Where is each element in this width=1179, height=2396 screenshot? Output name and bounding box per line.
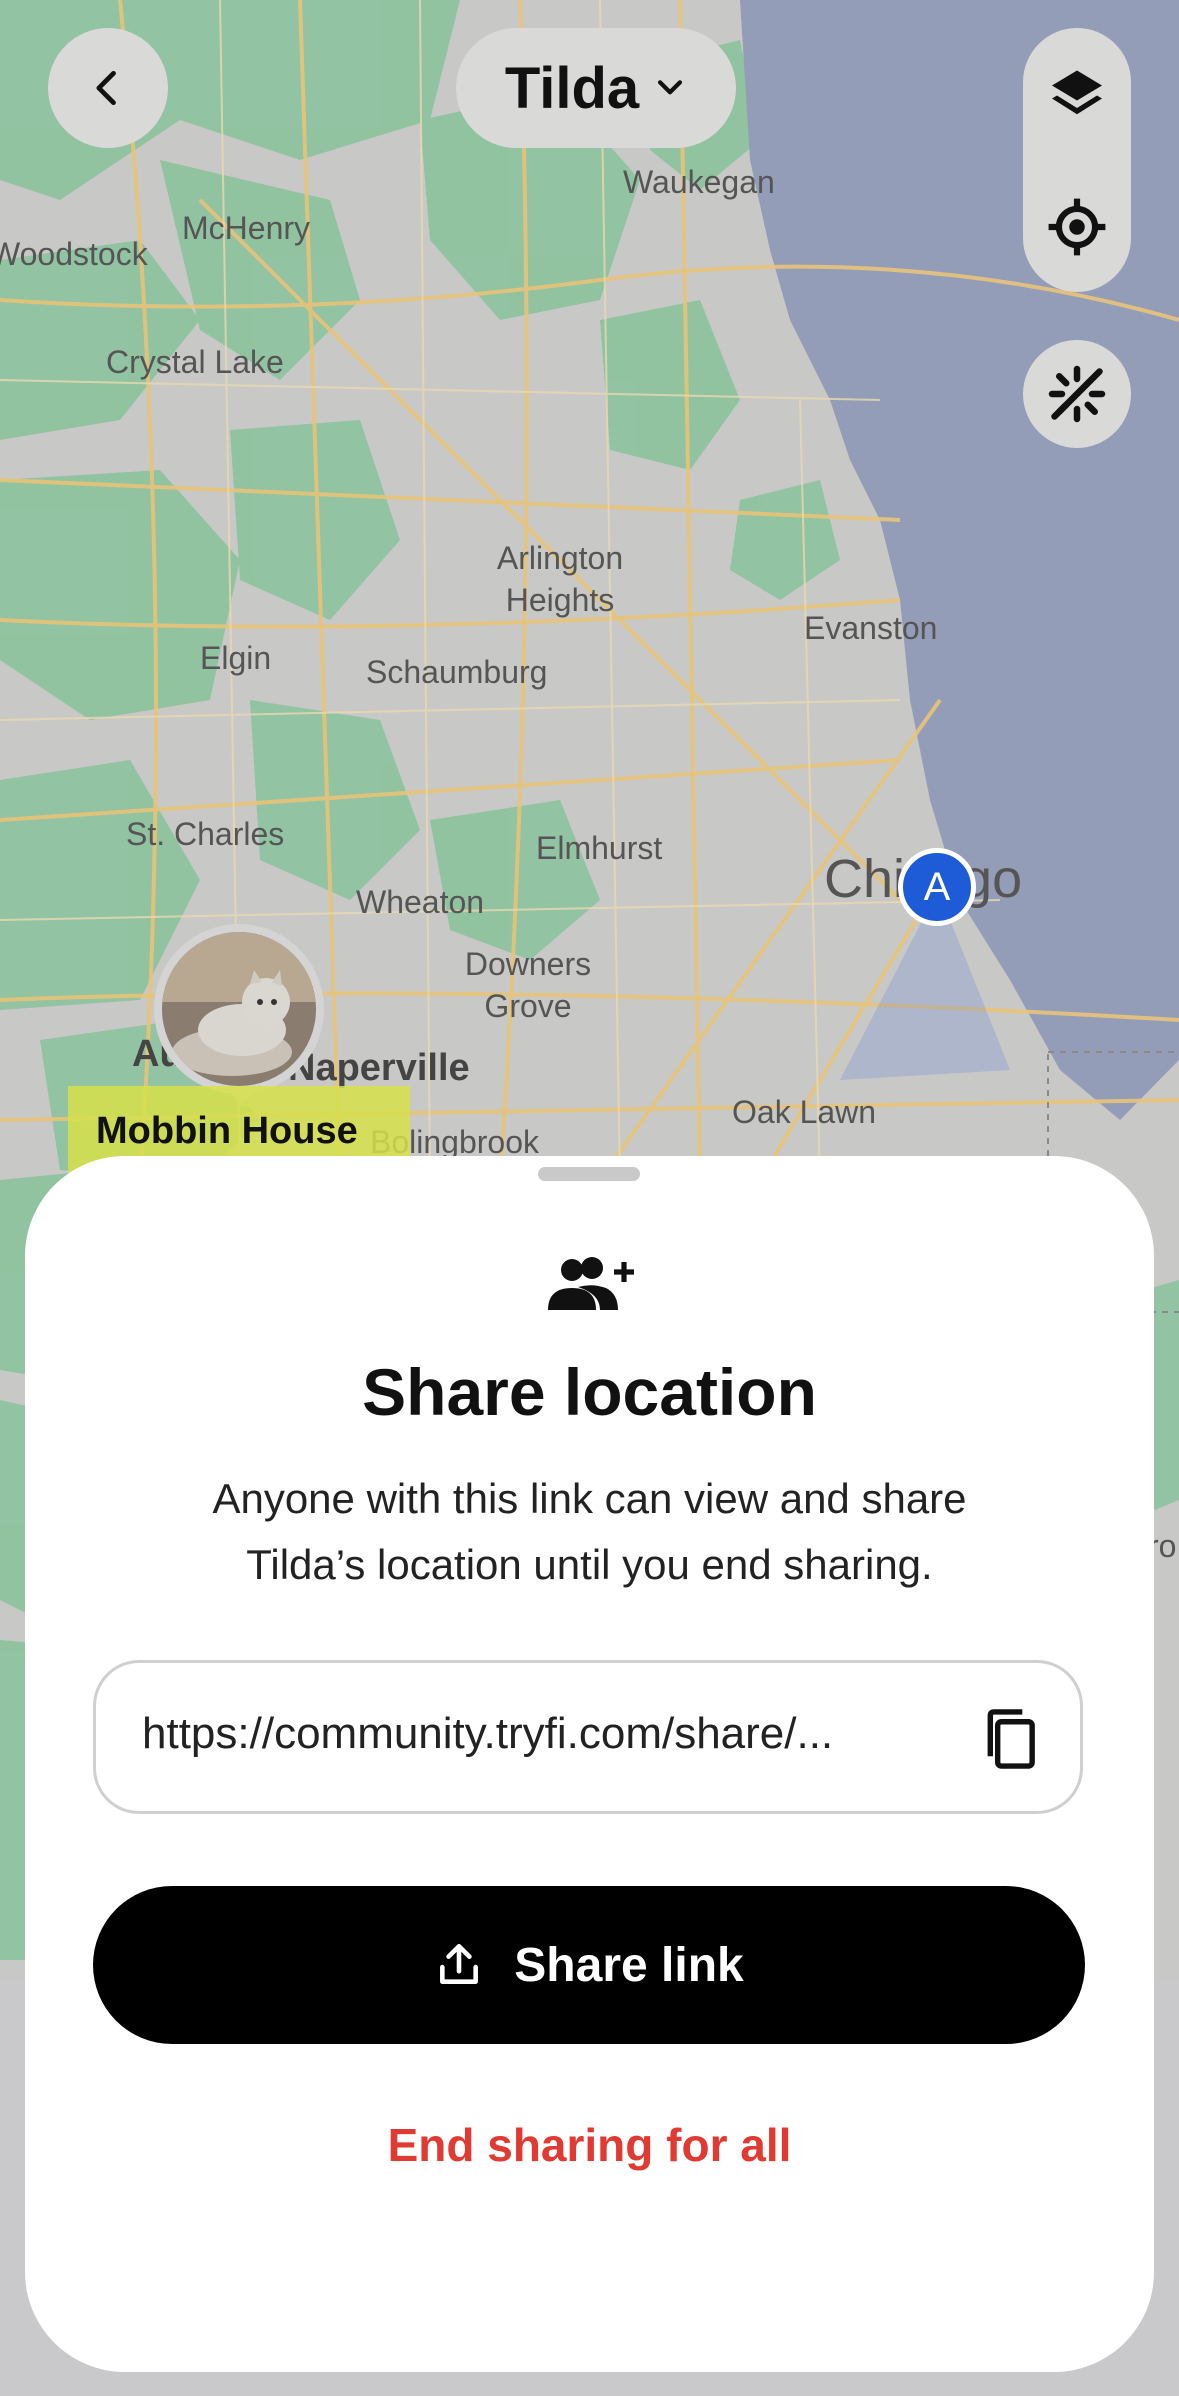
map-label-st-charles: St. Charles — [126, 816, 285, 852]
back-button[interactable] — [48, 28, 168, 148]
recenter-button[interactable] — [1045, 195, 1109, 259]
map-label-waukegan: Waukegan — [623, 164, 775, 200]
map-label-crystal-lake: Crystal Lake — [106, 344, 284, 380]
upload-share-icon — [440, 1943, 479, 1984]
location-marker-letter: A — [923, 864, 951, 909]
layers-button[interactable] — [1045, 61, 1109, 125]
sheet-drag-handle[interactable] — [538, 1167, 640, 1181]
map-label-evanston: Evanston — [804, 610, 938, 646]
add-person-icon — [544, 1256, 636, 1316]
sheet-description-line-2: Tilda’s location until you end sharing. — [246, 1541, 933, 1588]
map-label-downers-grove: Downers Grove — [464, 946, 592, 1024]
map-label-woodstock: Woodstock — [0, 236, 148, 272]
map-label-elmhurst: Elmhurst — [536, 830, 663, 866]
chevron-down-icon — [658, 80, 683, 95]
pet-selector[interactable]: Tilda — [456, 28, 736, 148]
map-label-wheaton: Wheaton — [356, 884, 485, 920]
sheet-title: Share location — [362, 1355, 817, 1429]
share-link-button[interactable]: Share link — [93, 1886, 1085, 2044]
pet-avatar-pin[interactable] — [154, 924, 324, 1094]
cat-photo — [162, 932, 316, 1086]
share-link-label: Share link — [514, 1938, 744, 1992]
signal-off-icon — [1048, 365, 1106, 423]
copy-button[interactable] — [980, 1707, 1040, 1771]
map-label-elgin: Elgin — [200, 640, 272, 676]
location-marker[interactable]: A — [898, 848, 976, 926]
chevron-left-icon — [96, 70, 116, 106]
crosshair-icon — [1048, 198, 1106, 256]
place-name-label: Mobbin House — [96, 1110, 358, 1152]
map-label-mchenry: McHenry — [182, 210, 311, 246]
map-label-schaumburg: Schaumburg — [366, 654, 548, 690]
map-label-oak-lawn: Oak Lawn — [732, 1094, 877, 1130]
sheet-description-line-1: Anyone with this link can view and share — [212, 1475, 967, 1522]
layers-icon — [1052, 70, 1102, 115]
share-link-text[interactable]: https://community.tryfi.com/share/... — [142, 1709, 922, 1759]
map-label-arlington-heights: Arlington Heights — [496, 540, 624, 618]
copy-icon — [987, 1709, 1035, 1769]
pet-selector-name: Tilda — [504, 55, 640, 121]
lost-dog-mode-button[interactable] — [1023, 340, 1131, 448]
share-link-field[interactable]: https://community.tryfi.com/share/... — [93, 1660, 1083, 1814]
map-controls-group — [1023, 28, 1131, 292]
sheet-description: Anyone with this link can view and share… — [0, 1466, 1179, 1598]
end-sharing-button[interactable]: End sharing for all — [0, 2118, 1179, 2172]
